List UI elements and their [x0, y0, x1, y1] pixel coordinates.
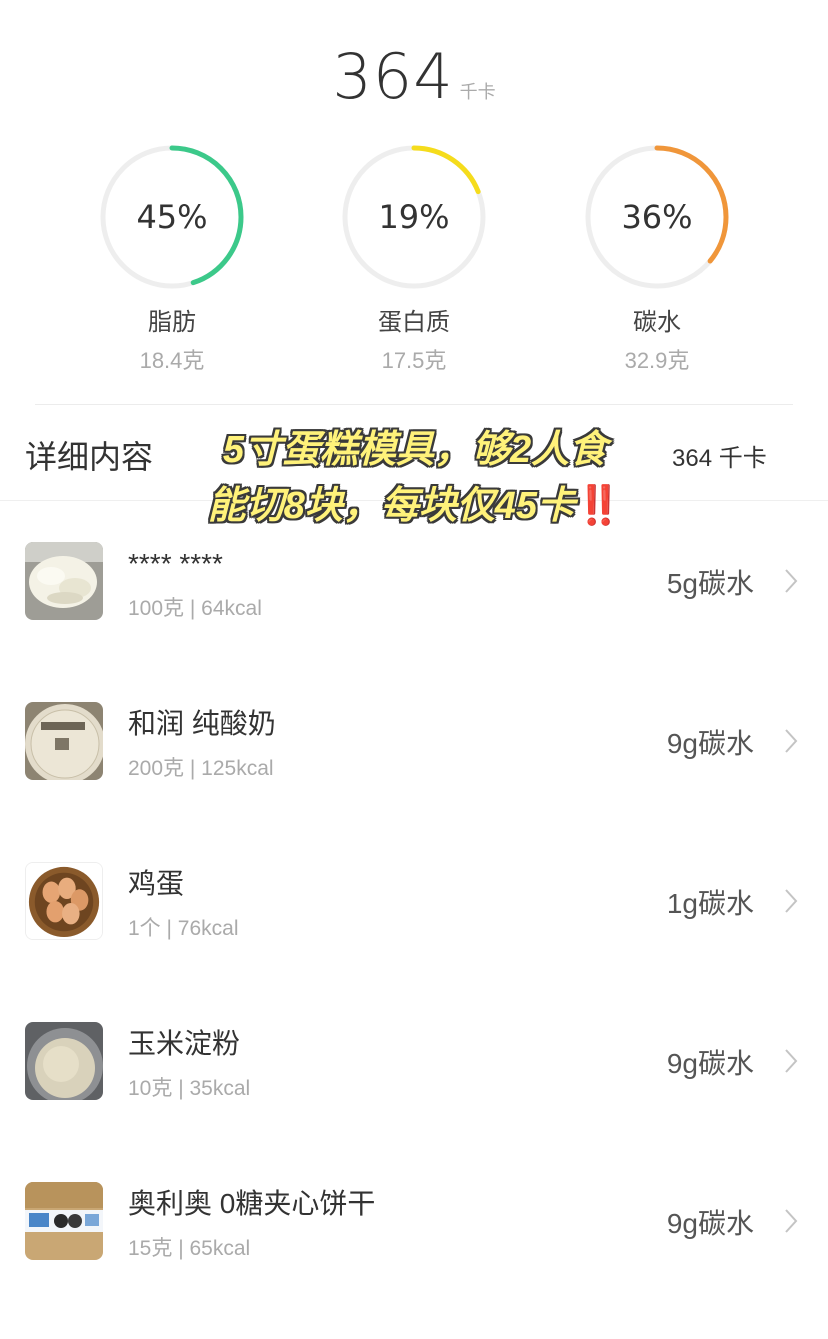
- macro-carbs: 36% 碳水 32.9克: [582, 142, 732, 375]
- food-item-carbs: 9g碳水: [666, 1048, 754, 1079]
- food-item-name: 和润 纯酸奶: [128, 708, 276, 739]
- caption-line-2: 能切8块，每块仅45卡‼️: [170, 478, 660, 534]
- food-item[interactable]: 鸡蛋 1个 | 76kcal 1g碳水: [0, 862, 828, 972]
- corn-starch-photo-icon: [25, 1022, 103, 1100]
- food-item-name: 奥利奥 0糖夹心饼干: [128, 1188, 376, 1219]
- protein-label: 蛋白质: [378, 309, 450, 336]
- fat-percent: 45%: [136, 198, 208, 236]
- total-calories-unit: 千卡: [459, 82, 496, 102]
- food-item-detail: 1个 | 76kcal: [128, 917, 239, 940]
- food-item-carbs: 5g碳水: [666, 568, 754, 599]
- caption-line-2-text: 能切8块，每块仅45卡: [207, 485, 576, 527]
- food-item-name: 玉米淀粉: [128, 1028, 241, 1059]
- protein-grams: 17.5克: [381, 348, 447, 373]
- oreo-photo-icon: [25, 1182, 103, 1260]
- food-item-carbs: 9g碳水: [666, 1208, 754, 1239]
- food-item-detail: 10克 | 35kcal: [128, 1077, 251, 1100]
- protein-ring: 19%: [339, 142, 489, 292]
- caption-overlay: 5寸蛋糕模具，够2人食 能切8块，每块仅45卡‼️: [170, 422, 660, 534]
- carbs-label: 碳水: [633, 309, 681, 336]
- chevron-right-icon: [784, 888, 798, 919]
- details-total: 364 千卡: [672, 445, 767, 472]
- carbs-percent: 36%: [621, 198, 693, 236]
- total-calories-value: 364: [332, 40, 454, 113]
- fat-ring: 45%: [97, 142, 247, 292]
- macro-protein: 19% 蛋白质 17.5克: [339, 142, 489, 375]
- food-item-name: **** ****: [128, 548, 223, 579]
- protein-percent: 19%: [378, 198, 450, 236]
- food-item[interactable]: 奥利奥 0糖夹心饼干 15克 | 65kcal 9g碳水: [0, 1182, 828, 1292]
- double-exclamation-icon: ‼️: [575, 485, 623, 527]
- carbs-ring: 36%: [582, 142, 732, 292]
- food-item[interactable]: 玉米淀粉 10克 | 35kcal 9g碳水: [0, 1022, 828, 1132]
- chevron-right-icon: [784, 1048, 798, 1079]
- food-item-carbs: 1g碳水: [666, 888, 754, 919]
- food-item-detail: 100克 | 64kcal: [128, 597, 262, 620]
- food-item[interactable]: 和润 纯酸奶 200克 | 125kcal 9g碳水: [0, 702, 828, 812]
- fat-label: 脂肪: [148, 309, 196, 336]
- total-calories: 364 千卡: [0, 40, 828, 113]
- food-item-carbs: 9g碳水: [666, 728, 754, 759]
- fat-grams: 18.4克: [139, 348, 205, 373]
- macro-fat: 45% 脂肪 18.4克: [97, 142, 247, 375]
- chevron-right-icon: [784, 568, 798, 599]
- food-item[interactable]: **** **** 100克 | 64kcal 5g碳水: [0, 542, 828, 652]
- chevron-right-icon: [784, 1208, 798, 1239]
- eggs-photo-icon: [25, 862, 103, 940]
- caption-line-1: 5寸蛋糕模具，够2人食: [222, 429, 608, 471]
- cream-cheese-photo-icon: [25, 542, 103, 620]
- yogurt-photo-icon: [25, 702, 103, 780]
- food-item-detail: 15克 | 65kcal: [128, 1237, 251, 1260]
- food-item-name: 鸡蛋: [128, 868, 185, 899]
- carbs-grams: 32.9克: [624, 348, 690, 373]
- chevron-right-icon: [784, 728, 798, 759]
- divider: [35, 404, 793, 405]
- food-item-detail: 200克 | 125kcal: [128, 757, 274, 780]
- details-title: 详细内容: [25, 439, 154, 475]
